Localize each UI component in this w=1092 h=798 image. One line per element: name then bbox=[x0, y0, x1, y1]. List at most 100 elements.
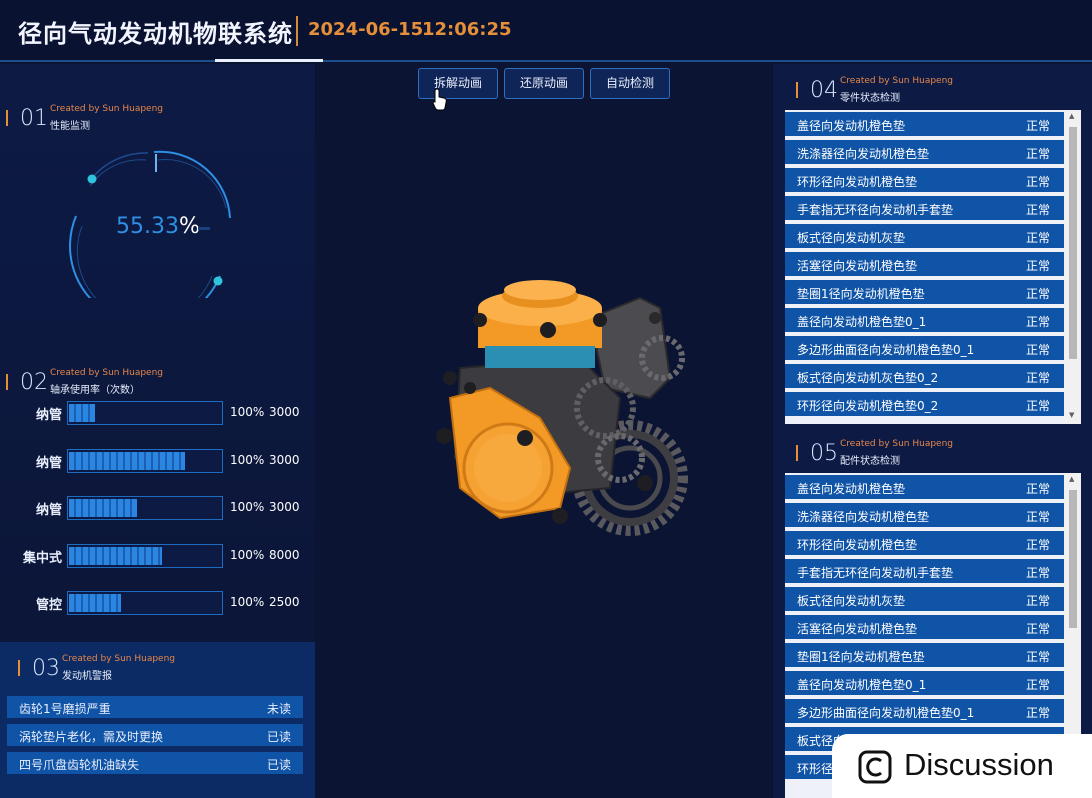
item-status: 正常 bbox=[1025, 622, 1050, 636]
bearing-row: 纳管 100% 3000 bbox=[0, 449, 315, 475]
scroll-up-icon[interactable]: ▲ bbox=[1069, 112, 1074, 120]
alarm-status: 未读 bbox=[266, 702, 291, 716]
accessory-row[interactable]: 活塞径向发动机橙色垫 正常 bbox=[785, 615, 1064, 639]
part-row[interactable]: 洗涤器径向发动机橙色垫 正常 bbox=[785, 140, 1064, 164]
part-row[interactable]: 板式径向发动机灰色垫0_2 正常 bbox=[785, 364, 1064, 388]
section-number: 02 bbox=[20, 370, 48, 395]
item-status: 正常 bbox=[1025, 678, 1050, 692]
section-credit: Created by Sun Huapeng bbox=[62, 654, 176, 664]
item-name: 板式径向发动机灰垫 bbox=[797, 231, 906, 245]
app-title: 径向气动发动机物联系统 bbox=[18, 20, 293, 48]
item-status: 正常 bbox=[1025, 510, 1050, 524]
bearing-bar-track bbox=[67, 591, 223, 615]
section-number: 01 bbox=[20, 106, 48, 131]
item-status: 正常 bbox=[1025, 175, 1050, 189]
gauge-dot-right bbox=[213, 276, 223, 286]
section-marker bbox=[18, 660, 20, 676]
bearing-bar-fill bbox=[69, 499, 138, 517]
bearing-label: 纳管 bbox=[35, 408, 62, 423]
section-subtitle: 配件状态检测 bbox=[840, 456, 900, 467]
part-row[interactable]: 活塞径向发动机橙色垫 正常 bbox=[785, 252, 1064, 276]
accessory-row[interactable]: 手套指无环径向发动机手套垫 正常 bbox=[785, 559, 1064, 583]
bearing-count: 3000 bbox=[269, 453, 300, 467]
scroll-thumb[interactable] bbox=[1069, 127, 1077, 359]
bearing-count: 3000 bbox=[269, 500, 300, 514]
part-row[interactable]: 手套指无环径向发动机手套垫 正常 bbox=[785, 196, 1064, 220]
gauge-dot-left bbox=[87, 174, 97, 184]
section-credit: Created by Sun Huapeng bbox=[840, 76, 954, 86]
section-marker bbox=[796, 82, 798, 98]
item-status: 正常 bbox=[1025, 147, 1050, 161]
hand-cursor-icon bbox=[432, 88, 447, 111]
item-name: 手套指无环径向发动机手套垫 bbox=[797, 203, 954, 217]
item-name: 垫圈1径向发动机橙色垫 bbox=[797, 287, 925, 301]
item-name: 环形径向发动机橙色垫0_2 bbox=[797, 399, 939, 413]
alarm-row[interactable]: 四号爪盘齿轮机油缺失 已读 bbox=[7, 752, 303, 774]
alarm-row[interactable]: 齿轮1号磨损严重 未读 bbox=[7, 696, 303, 718]
part-row[interactable]: 多边形曲面径向发动机橙色垫0_1 正常 bbox=[785, 336, 1064, 360]
part-row[interactable]: 环形径向发动机橙色垫 正常 bbox=[785, 168, 1064, 192]
scroll-down-icon[interactable]: ▼ bbox=[1069, 411, 1074, 419]
accessory-row[interactable]: 环形径向发动机橙色垫 正常 bbox=[785, 531, 1064, 555]
item-name: 板式径向发动机灰垫 bbox=[797, 594, 906, 608]
section-number: 03 bbox=[32, 656, 60, 681]
item-status: 正常 bbox=[1025, 315, 1050, 329]
bearing-row: 管控 100% 2500 bbox=[0, 591, 315, 617]
title-divider bbox=[296, 16, 298, 46]
bearing-bar-track bbox=[67, 449, 223, 473]
accessory-row[interactable]: 盖径向发动机橙色垫0_1 正常 bbox=[785, 671, 1064, 695]
item-status: 正常 bbox=[1025, 566, 1050, 580]
section-subtitle: 性能监测 bbox=[50, 121, 90, 132]
accessory-row[interactable]: 板式径向发动机灰垫 正常 bbox=[785, 587, 1064, 611]
section-subtitle: 零件状态检测 bbox=[840, 93, 900, 104]
item-status: 正常 bbox=[1025, 343, 1050, 357]
auto-detect-button[interactable]: 自动检测 bbox=[590, 68, 670, 99]
bearing-bar-fill bbox=[69, 452, 185, 470]
item-status: 正常 bbox=[1025, 203, 1050, 217]
accessory-row[interactable]: 盖径向发动机橙色垫 正常 bbox=[785, 475, 1064, 499]
item-status: 正常 bbox=[1025, 594, 1050, 608]
disassemble-animation-button[interactable]: 拆解动画 bbox=[418, 68, 498, 99]
alarm-text: 四号爪盘齿轮机油缺失 bbox=[19, 758, 140, 772]
bearing-row: 纳管 100% 3000 bbox=[0, 401, 315, 427]
discussion-label: Discussion bbox=[904, 747, 1054, 782]
scroll-up-icon[interactable]: ▲ bbox=[1069, 475, 1074, 483]
item-name: 垫圈1径向发动机橙色垫 bbox=[797, 650, 925, 664]
accessory-row[interactable]: 垫圈1径向发动机橙色垫 正常 bbox=[785, 643, 1064, 667]
part-row[interactable]: 垫圈1径向发动机橙色垫 正常 bbox=[785, 280, 1064, 304]
part-row[interactable]: 环形径向发动机橙色垫0_2 正常 bbox=[785, 392, 1064, 416]
item-status: 正常 bbox=[1025, 231, 1050, 245]
discussion-badge[interactable]: Discussion bbox=[832, 734, 1092, 798]
item-name: 洗涤器径向发动机橙色垫 bbox=[797, 147, 930, 161]
item-status: 正常 bbox=[1025, 119, 1050, 133]
section-marker bbox=[6, 110, 8, 126]
bearing-count: 2500 bbox=[269, 595, 300, 609]
bearing-bar-fill bbox=[69, 594, 121, 612]
part-row[interactable]: 板式径向发动机灰垫 正常 bbox=[785, 224, 1064, 248]
gauge-arc-top bbox=[153, 150, 231, 219]
bearing-count: 8000 bbox=[269, 548, 300, 562]
parts-status-list[interactable]: 环形径向发动机橙色垫0_2 正常 板式径向发动机灰色垫0_2 正常 多边形曲面径向发动机… bbox=[785, 110, 1081, 424]
bearing-percent: 100% bbox=[230, 595, 265, 609]
bearing-bar-fill bbox=[69, 547, 162, 565]
discussion-logo-icon bbox=[858, 750, 892, 784]
accessory-row[interactable]: 多边形曲面径向发动机橙色垫0_1 正常 bbox=[785, 699, 1064, 723]
parts-scrollbar[interactable]: ▲ ▼ bbox=[1064, 110, 1081, 424]
item-name: 盖径向发动机橙色垫 bbox=[797, 482, 906, 496]
section-marker bbox=[6, 374, 8, 390]
section-marker bbox=[796, 445, 798, 461]
item-status: 正常 bbox=[1025, 371, 1050, 385]
part-row[interactable]: 盖径向发动机橙色垫0_1 正常 bbox=[785, 308, 1064, 332]
item-status: 正常 bbox=[1025, 538, 1050, 552]
scroll-thumb[interactable] bbox=[1069, 490, 1077, 628]
section-credit: Created by Sun Huapeng bbox=[50, 104, 164, 114]
alarm-row[interactable]: 涡轮垫片老化，需及时更换 已读 bbox=[7, 724, 303, 746]
bearing-row: 集中式 100% 8000 bbox=[0, 544, 315, 570]
restore-animation-button[interactable]: 还原动画 bbox=[504, 68, 584, 99]
bearing-count: 3000 bbox=[269, 405, 300, 419]
accessory-row[interactable]: 洗涤器径向发动机橙色垫 正常 bbox=[785, 503, 1064, 527]
section-credit: Created by Sun Huapeng bbox=[50, 368, 164, 378]
bearing-label: 集中式 bbox=[22, 551, 62, 566]
part-row[interactable]: 盖径向发动机橙色垫 正常 bbox=[785, 112, 1064, 136]
alarm-text: 齿轮1号磨损严重 bbox=[19, 702, 111, 716]
